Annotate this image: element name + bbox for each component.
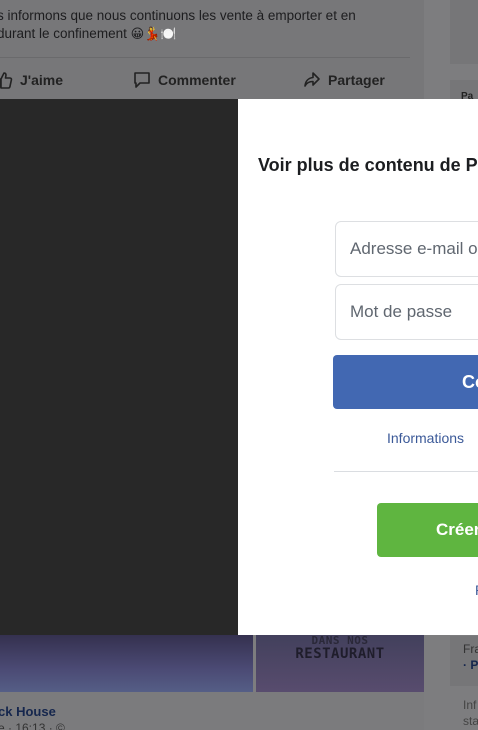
post-text-line1: s informons que nous continuons les vent… bbox=[0, 8, 356, 23]
post-timestamp[interactable]: e · 16:13 · © bbox=[0, 721, 65, 730]
thumbs-up-icon bbox=[0, 71, 14, 89]
forgot-account-link[interactable]: Informations bbox=[387, 430, 464, 446]
sidebar-info-line1: Inf bbox=[463, 698, 477, 712]
share-button[interactable]: Partager bbox=[302, 68, 385, 92]
login-button[interactable]: Co bbox=[333, 355, 478, 409]
sidebar-card-pages: Pa bbox=[450, 80, 478, 102]
password-input[interactable] bbox=[336, 285, 478, 339]
like-label: J'aime bbox=[20, 72, 64, 88]
post-text: s informons que nous continuons les vent… bbox=[0, 7, 417, 44]
share-icon bbox=[302, 71, 322, 89]
post-card: s informons que nous continuons les vent… bbox=[0, 0, 424, 100]
share-label: Partager bbox=[328, 72, 385, 88]
email-field[interactable] bbox=[335, 221, 478, 277]
banner-text-restaurant: RESTAURANT bbox=[295, 646, 385, 662]
comment-icon bbox=[132, 71, 152, 89]
sidebar-language-link[interactable]: · P bbox=[463, 658, 478, 672]
post-text-line2: durant le confinement 😀💃🍽️ bbox=[0, 26, 177, 42]
password-field[interactable] bbox=[335, 284, 478, 340]
like-button[interactable]: J'aime bbox=[0, 68, 63, 92]
sidebar-card-top bbox=[450, 0, 478, 64]
modal-title: Voir plus de contenu de P bbox=[258, 155, 478, 175]
sidebar-card-language: Fra · P bbox=[450, 636, 478, 686]
login-modal: Voir plus de contenu de P Co Information… bbox=[238, 99, 478, 635]
post-divider bbox=[0, 57, 410, 58]
modal-backdrop[interactable] bbox=[0, 99, 238, 635]
sidebar-info-line2: sta bbox=[463, 714, 478, 728]
post-emojis: 😀💃🍽️ bbox=[130, 27, 177, 42]
email-input[interactable] bbox=[336, 222, 478, 276]
post-image-right[interactable]: DANS NOS RESTAURANT bbox=[256, 634, 424, 692]
page-name-link[interactable]: ck House bbox=[0, 704, 56, 719]
comment-button[interactable]: Commenter bbox=[132, 68, 236, 92]
modal-divider bbox=[334, 471, 478, 472]
post-image-left[interactable] bbox=[0, 634, 253, 692]
create-account-button[interactable]: Créer bbox=[377, 503, 478, 557]
sidebar-language-text: Fra bbox=[463, 642, 478, 656]
sidebar-info: Inf sta bbox=[450, 692, 478, 730]
comment-label: Commenter bbox=[158, 72, 236, 88]
